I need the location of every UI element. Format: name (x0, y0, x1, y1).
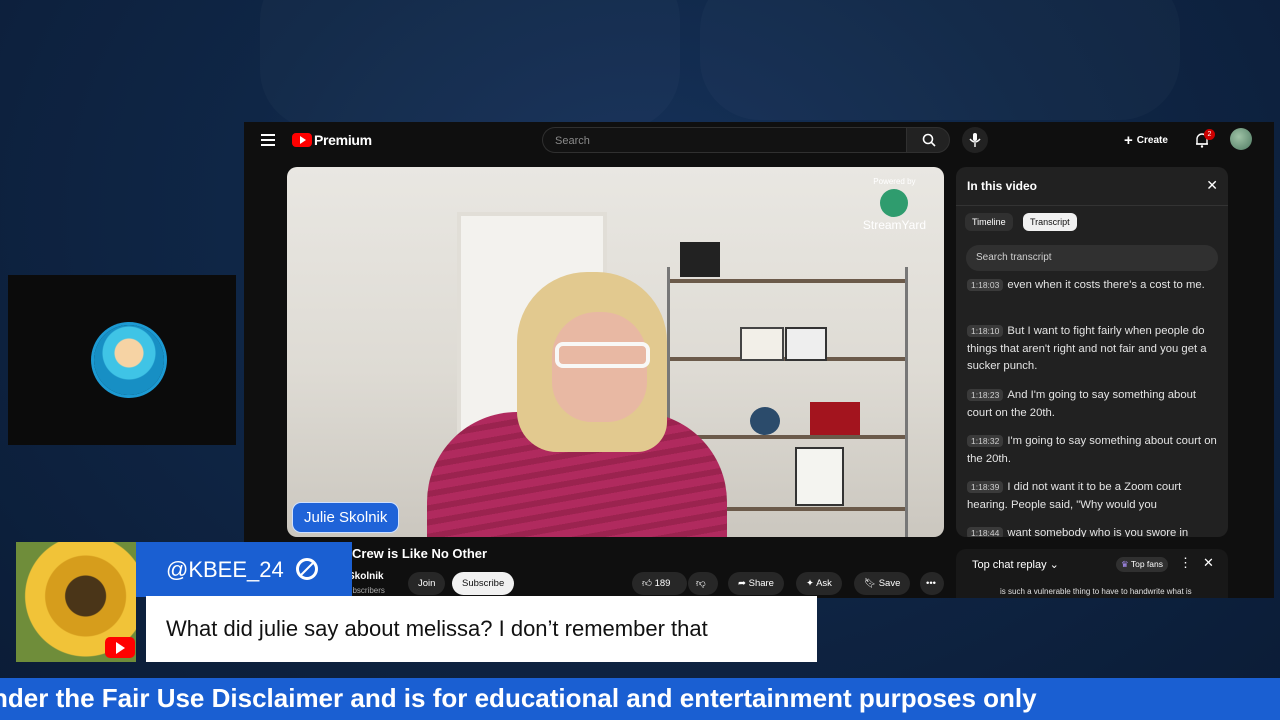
plus-icon: + (1124, 132, 1133, 149)
create-label: Create (1136, 135, 1168, 146)
timestamp: 1:18:39 (967, 481, 1004, 493)
timestamp: 1:18:23 (967, 389, 1004, 401)
menu-icon[interactable] (261, 134, 275, 149)
like-button[interactable]: 👍︎ 189 (632, 572, 687, 595)
subscribe-button[interactable]: Subscribe (452, 572, 515, 595)
ask-button[interactable]: ✦ Ask (796, 572, 842, 595)
frame-print (795, 447, 844, 506)
save-label: Save (878, 578, 901, 589)
chat-replay-dropdown[interactable]: Top chat replay ⌄ (972, 558, 1059, 571)
commenter-avatar (16, 542, 136, 662)
search-input[interactable]: Search (542, 127, 906, 153)
search-button[interactable] (906, 127, 950, 153)
commenter-handle: @KBEE_24 (166, 557, 284, 582)
video-player[interactable]: Julie Skolnik Powered by StreamYard (287, 167, 944, 537)
chevron-down-icon: ⌄ (1049, 559, 1059, 571)
photo-frame (740, 327, 784, 361)
save-button[interactable]: 🔖︎ Save (854, 572, 911, 595)
red-box (810, 402, 860, 435)
powered-by-label: Powered by (873, 177, 916, 186)
subscriber-count: ubscribers (348, 586, 385, 595)
transcript-search-input[interactable]: Search transcript (966, 245, 1218, 271)
chat-message: is such a vulnerable thing to have to ha… (1000, 587, 1192, 596)
account-avatar[interactable] (1230, 128, 1252, 150)
brand-label[interactable]: Premium (314, 132, 372, 148)
sparkle-icon: ✦ (806, 578, 814, 589)
youtube-window: Premium Search + Create 2 Julie Skolnik … (244, 122, 1274, 598)
timestamp: 1:18:10 (967, 325, 1004, 337)
transcript-line[interactable]: 1:18:32 I'm going to say something about … (967, 433, 1219, 468)
streamyard-label: StreamYard (862, 218, 926, 232)
channel-logo (94, 325, 164, 395)
thumbs-down-icon: 👎︎ (696, 578, 706, 589)
streamyard-watermark: Powered by StreamYard (863, 177, 926, 232)
in-this-video-panel: In this video ✕ Timeline Transcript Sear… (956, 167, 1228, 537)
transcript-line[interactable]: 1:18:03 even when it costs there's a cost… (967, 277, 1219, 295)
speaker-person (407, 272, 727, 537)
background-shape (700, 0, 1180, 120)
panel-title: In this video (967, 179, 1038, 193)
panel-header: In this video ✕ (956, 167, 1228, 206)
top-fans-label: Top fans (1130, 559, 1163, 569)
chat-replay-panel: Top chat replay ⌄ ♛ Top fans ⋮ ✕ is such… (956, 549, 1228, 598)
close-icon[interactable]: ✕ (1203, 555, 1214, 571)
share-icon: ➦ (738, 578, 746, 589)
more-options-icon[interactable]: ⋮ (1179, 555, 1192, 571)
prohibited-icon (295, 558, 318, 580)
ticker-text: nder the Fair Use Disclaimer and is for … (0, 683, 1037, 713)
share-label: Share (748, 578, 774, 589)
notification-badge: 2 (1204, 129, 1215, 140)
bookmark-icon: 🔖︎ (864, 578, 877, 589)
webcam-panel (8, 275, 236, 445)
top-bar: Premium Search + Create 2 (244, 122, 1274, 162)
background-shape (260, 0, 680, 130)
transcript-text: even when it costs there's a cost to me. (1007, 279, 1205, 291)
photo-frame (785, 327, 827, 361)
disclaimer-ticker: nder the Fair Use Disclaimer and is for … (0, 678, 1280, 720)
transcript-text: I'm going to say something about court o… (967, 435, 1217, 465)
like-count: 189 (654, 578, 671, 589)
close-icon[interactable]: ✕ (1206, 177, 1218, 194)
join-button[interactable]: Join (408, 572, 446, 595)
transcript-line[interactable]: 1:18:39 I did not want it to be a Zoom co… (967, 479, 1219, 514)
tab-timeline[interactable]: Timeline (965, 213, 1013, 231)
chat-replay-label: Top chat replay (972, 559, 1047, 571)
tab-transcript[interactable]: Transcript (1023, 213, 1077, 231)
comment-message: What did julie say about melissa? I don’… (146, 596, 817, 662)
timestamp: 1:18:32 (967, 435, 1004, 447)
commenter-handle-bar: @KBEE_24 (136, 542, 352, 597)
decor-plate (750, 407, 780, 435)
duck-logo-icon (880, 189, 909, 217)
crown-icon: ♛ (1121, 559, 1129, 569)
transcript-line[interactable]: 1:18:23 And I'm going to say something ab… (967, 387, 1219, 422)
top-fans-badge[interactable]: ♛ Top fans (1116, 557, 1168, 572)
ask-label: Ask (816, 578, 832, 589)
search-icon (922, 133, 936, 147)
youtube-badge-icon (105, 637, 135, 658)
thumbs-up-icon: 👍︎ (642, 578, 652, 589)
name-tag: Julie Skolnik (292, 502, 400, 533)
transcript-line[interactable]: 1:18:44 want somebody who is you swore in (967, 525, 1219, 537)
more-actions-icon[interactable]: ••• (920, 572, 944, 595)
voice-search-button[interactable] (962, 127, 988, 153)
timestamp: 1:18:03 (967, 279, 1004, 291)
transcript-text: want somebody who is you swore in (1007, 527, 1189, 537)
timestamp: 1:18:44 (967, 527, 1004, 537)
transcript-line[interactable]: 1:18:10 But I want to fight fairly when p… (967, 323, 1219, 376)
dislike-button[interactable]: 👎︎ (688, 572, 718, 595)
create-button[interactable]: + Create (1124, 132, 1168, 149)
video-title: Crew is Like No Other (352, 546, 488, 561)
youtube-logo-icon[interactable] (292, 133, 312, 147)
share-button[interactable]: ➦ Share (728, 572, 784, 595)
channel-name[interactable]: Skolnik (348, 571, 384, 582)
microphone-icon (969, 133, 981, 147)
